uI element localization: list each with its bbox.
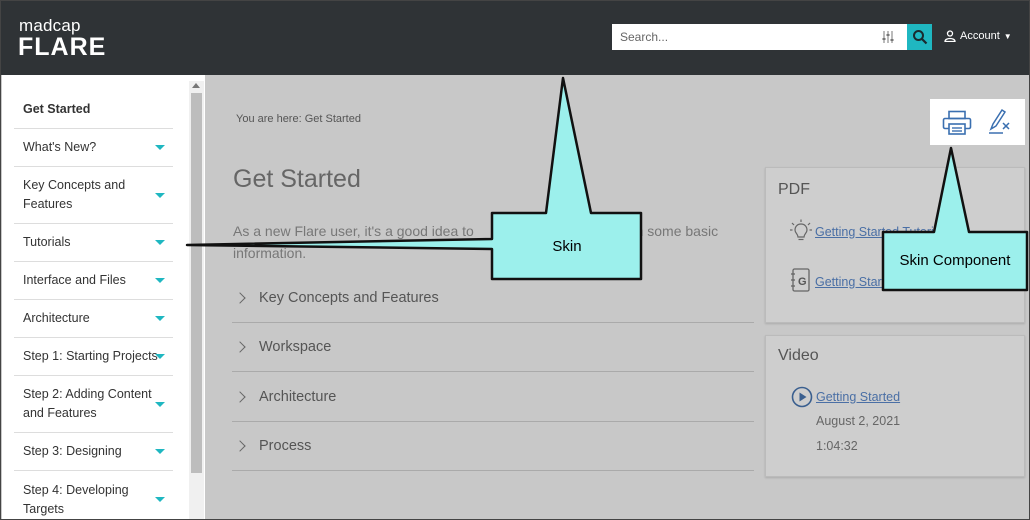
sidebar-item-step4[interactable]: Step 4: Developing Targets: [14, 471, 173, 519]
search-box: [612, 24, 907, 50]
sidebar-item-label: Tutorials: [23, 235, 71, 249]
guide-book-icon: G: [791, 268, 810, 292]
accordion-label: Key Concepts and Features: [259, 290, 439, 306]
chevron-right-icon: [234, 391, 246, 403]
accordion-item[interactable]: Process: [232, 422, 754, 471]
sidebar-item-label: Step 3: Designing: [23, 444, 122, 458]
user-icon: [944, 30, 956, 42]
sidebar-item-get-started[interactable]: Get Started: [14, 91, 173, 129]
caret-down-icon[interactable]: [155, 497, 165, 502]
search-icon: [912, 30, 927, 45]
search-input[interactable]: [612, 24, 862, 50]
printer-icon[interactable]: [942, 110, 972, 136]
skin-callout-label: Skin: [552, 238, 582, 255]
logo-flare: FLARE: [18, 33, 107, 61]
sidebar-item-step1[interactable]: Step 1: Starting Projects: [14, 338, 173, 376]
sidebar-item-label: Architecture: [23, 311, 90, 325]
caret-down-icon[interactable]: [155, 316, 165, 321]
sidebar-item-architecture[interactable]: Architecture: [14, 300, 173, 338]
skin-component-callout-label: Skin Component: [899, 252, 1011, 269]
sidebar-item-label: Step 1: Starting Projects: [23, 349, 158, 363]
scroll-up-arrow-icon[interactable]: [192, 83, 200, 88]
pdf-card-title: PDF: [778, 181, 810, 198]
sidebar-item-label: Interface and Files: [23, 273, 126, 287]
accordion-label: Architecture: [259, 389, 337, 405]
chevron-right-icon: [234, 440, 246, 452]
video-link[interactable]: Getting Started: [816, 390, 900, 404]
sidebar-item-label: What's New?: [23, 140, 97, 154]
pdf-link-guide[interactable]: Getting Started Guide: [815, 275, 936, 289]
intro-text-right: h some basic: [635, 223, 719, 239]
chevron-down-icon: ▼: [1003, 31, 1012, 41]
sidebar-item-step3[interactable]: Step 3: Designing: [14, 433, 173, 471]
sidebar-item-label: Step 2: Adding Content and Features: [23, 387, 152, 420]
video-date: August 2, 2021: [816, 414, 901, 428]
play-circle-icon[interactable]: [791, 386, 813, 408]
accordion-item[interactable]: Architecture: [232, 373, 754, 422]
caret-down-icon[interactable]: [155, 192, 165, 198]
caret-down-icon[interactable]: [155, 354, 165, 359]
search-button[interactable]: [907, 24, 932, 50]
caret-down-icon[interactable]: [155, 240, 165, 245]
chevron-right-icon: [234, 292, 246, 304]
account-menu[interactable]: Account ▼: [944, 30, 1012, 42]
svg-text:G: G: [798, 276, 807, 288]
sidebar-item-label: Key Concepts and Features: [23, 178, 126, 211]
sidebar-item-key-concepts[interactable]: Key Concepts and Features: [14, 167, 173, 224]
caret-down-icon[interactable]: [155, 401, 165, 407]
sidebar-item-label: Step 4: Developing Targets: [23, 482, 129, 516]
chevron-right-icon: [234, 341, 246, 353]
accordion-label: Workspace: [259, 339, 332, 355]
sidebar-nav: Get Started What's New? Key Concepts and…: [2, 75, 205, 519]
sidebar-item-step2[interactable]: Step 2: Adding Content and Features: [14, 376, 173, 433]
skin-component-toolbar: [930, 99, 1025, 145]
clear-highlight-icon[interactable]: [988, 108, 1012, 136]
accordion-item[interactable]: Workspace: [232, 323, 754, 372]
intro-text-left: As a new Flare user, it's a good idea to: [233, 223, 474, 239]
pdf-link-tutorial[interactable]: Getting Started Tutorial: [815, 225, 944, 239]
page-title: Get Started: [233, 165, 361, 193]
intro-paragraph: As a new Flare user, it's a good idea to…: [233, 220, 743, 264]
pdf-card: PDF Getting Started Tutorial G Getting S…: [765, 167, 1025, 323]
main-content: You are here: Get Started Get Started As…: [206, 75, 1029, 519]
intro-text-line2: information.: [233, 245, 307, 261]
breadcrumb: You are here: Get Started: [236, 113, 361, 125]
header: madcap FLARE Account: [1, 1, 1029, 75]
sidebar-item-tutorials[interactable]: Tutorials: [14, 224, 173, 262]
video-duration: 1:04:32: [816, 439, 858, 453]
accordion-label: Process: [259, 438, 312, 454]
video-card: Video Getting Started August 2, 2021 1:0…: [765, 335, 1025, 477]
caret-down-icon[interactable]: [155, 278, 165, 283]
sidebar-scroll-thumb[interactable]: [191, 93, 202, 473]
caret-down-icon[interactable]: [155, 145, 165, 150]
sidebar-item-label: Get Started: [23, 102, 91, 116]
accordion-item[interactable]: Key Concepts and Features: [232, 274, 754, 323]
sidebar-item-whats-new[interactable]: What's New?: [14, 129, 173, 167]
sidebar-item-interface-files[interactable]: Interface and Files: [14, 262, 173, 300]
video-card-title: Video: [778, 347, 819, 364]
filter-sliders-icon[interactable]: [881, 30, 895, 44]
account-label: Account: [960, 30, 1000, 42]
caret-down-icon[interactable]: [155, 449, 165, 454]
app-frame: madcap FLARE Account: [0, 0, 1030, 520]
lightbulb-icon: [790, 219, 812, 241]
